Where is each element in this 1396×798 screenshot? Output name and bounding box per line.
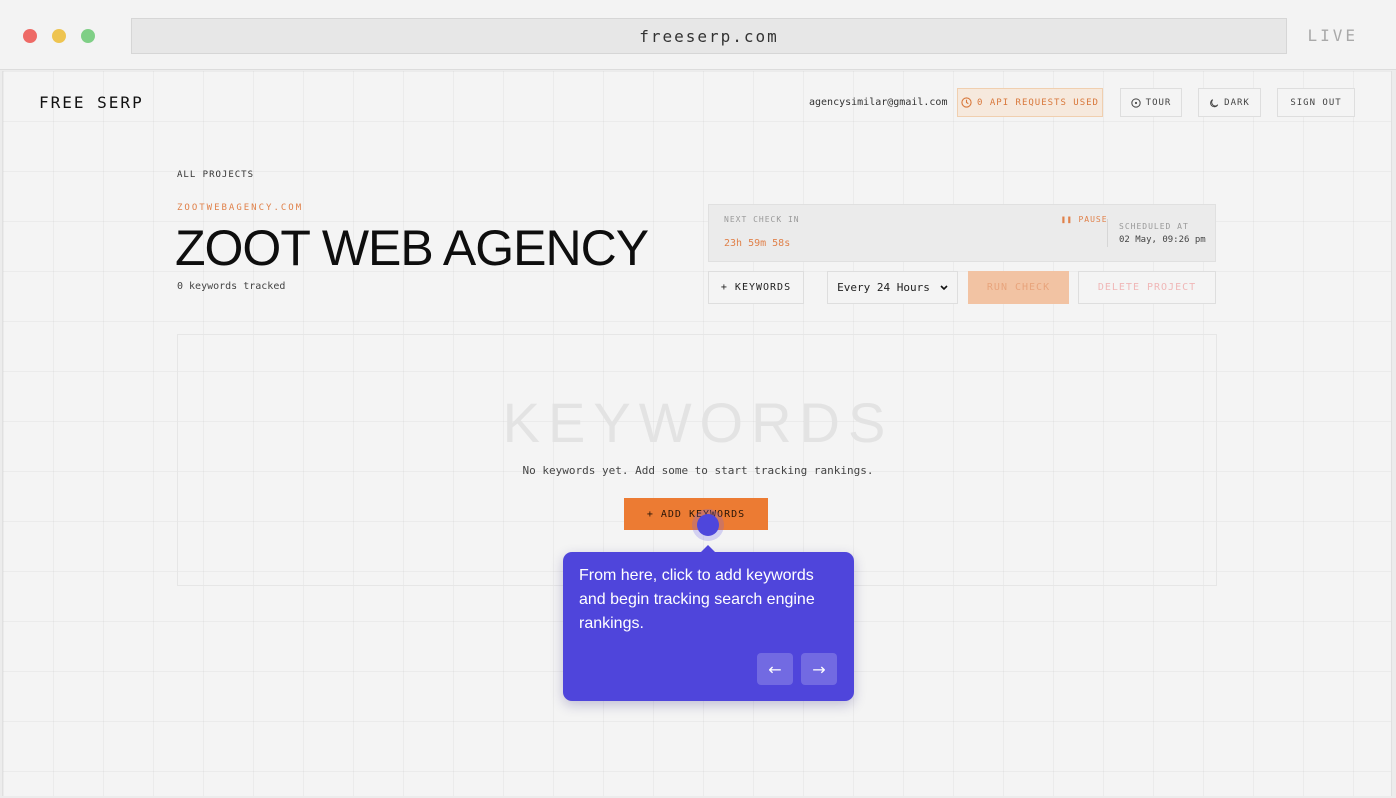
- dark-mode-label: DARK: [1224, 97, 1250, 108]
- help-circle-icon: [1130, 97, 1141, 108]
- keywords-heading: KEYWORDS: [502, 391, 894, 454]
- keywords-panel: KEYWORDS No keywords yet. Add some to st…: [177, 334, 1217, 586]
- live-indicator: LIVE: [1307, 26, 1358, 45]
- arrow-right-icon: →: [812, 659, 826, 679]
- project-domain: ZOOTWEBAGENCY.COM: [177, 203, 304, 213]
- run-check-button[interactable]: RUN CHECK: [968, 271, 1069, 304]
- tour-next-button[interactable]: →: [801, 653, 837, 685]
- tour-pulse-indicator: [697, 514, 719, 536]
- next-check-countdown: 23h 59m 58s: [724, 238, 791, 249]
- moon-icon: [1210, 98, 1219, 107]
- tour-label: TOUR: [1145, 97, 1172, 108]
- sign-out-button[interactable]: SIGN OUT: [1277, 88, 1355, 117]
- maximize-window-dot[interactable]: [81, 29, 95, 43]
- tour-button[interactable]: TOUR: [1120, 88, 1182, 117]
- pause-label: PAUSE: [1078, 215, 1108, 224]
- frequency-select[interactable]: Every 24 Hours: [827, 271, 958, 304]
- close-window-dot[interactable]: [23, 29, 37, 43]
- add-keywords-button[interactable]: + ADD KEYWORDS: [624, 498, 768, 530]
- app-logo[interactable]: FREE SERP: [39, 93, 144, 112]
- user-email: agencysimilar@gmail.com: [809, 97, 948, 108]
- clock-icon: [961, 97, 972, 108]
- chevron-down-icon: [940, 284, 948, 290]
- scheduled-at-label: SCHEDULED AT: [1119, 222, 1189, 231]
- schedule-panel: NEXT CHECK IN 23h 59m 58s ❚❚ PAUSE SCHED…: [708, 204, 1216, 262]
- dark-mode-button[interactable]: DARK: [1198, 88, 1261, 117]
- api-requests-badge[interactable]: 0 API REQUESTS USED: [957, 88, 1103, 117]
- tour-prev-button[interactable]: ←: [757, 653, 793, 685]
- page-title: ZOOT WEB AGENCY: [175, 220, 649, 276]
- tour-tooltip: From here, click to add keywords and beg…: [563, 545, 854, 701]
- address-bar[interactable]: freeserp.com: [131, 18, 1287, 54]
- add-keywords-top-button[interactable]: + KEYWORDS: [708, 271, 804, 304]
- keywords-tracked-count: 0 keywords tracked: [177, 281, 286, 292]
- minimize-window-dot[interactable]: [52, 29, 66, 43]
- frequency-value: Every 24 Hours: [837, 281, 930, 294]
- arrow-left-icon: ←: [768, 659, 782, 679]
- app-page: FREE SERP agencysimilar@gmail.com 0 API …: [2, 71, 1392, 796]
- breadcrumb-all-projects[interactable]: ALL PROJECTS: [177, 170, 254, 180]
- api-requests-label: 0 API REQUESTS USED: [977, 97, 1099, 108]
- delete-project-button[interactable]: DELETE PROJECT: [1078, 271, 1216, 304]
- pause-button[interactable]: ❚❚ PAUSE: [1061, 215, 1108, 224]
- browser-chrome: freeserp.com LIVE: [0, 0, 1396, 70]
- scheduled-at-date: 02 May, 09:26 pm: [1119, 235, 1206, 245]
- next-check-label: NEXT CHECK IN: [724, 215, 800, 224]
- empty-state-text: No keywords yet. Add some to start track…: [522, 464, 874, 477]
- tour-tooltip-text: From here, click to add keywords and beg…: [579, 567, 815, 632]
- schedule-divider: [1107, 219, 1108, 247]
